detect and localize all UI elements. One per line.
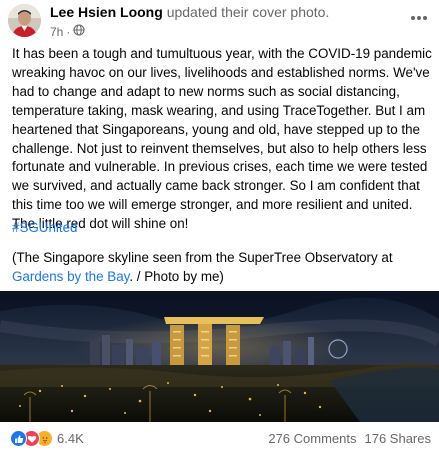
reactions-summary[interactable]: 6.4K bbox=[10, 430, 84, 447]
hashtag-link[interactable]: #SGUnited bbox=[12, 220, 78, 235]
caption-link[interactable]: Gardens by the Bay bbox=[12, 269, 129, 284]
post-action-text: updated their cover photo. bbox=[166, 4, 330, 20]
post-footer: 6.4K 276 Comments 176 Shares bbox=[0, 426, 439, 452]
post-time[interactable]: 7h bbox=[50, 25, 63, 39]
engagement-counts: 276 Comments 176 Shares bbox=[268, 431, 431, 446]
caption-text-end: . / Photo by me) bbox=[129, 268, 224, 284]
like-icon bbox=[10, 430, 27, 447]
author-name[interactable]: Lee Hsien Loong bbox=[50, 4, 163, 20]
avatar[interactable] bbox=[8, 4, 41, 37]
author-line: Lee Hsien Loong updated their cover phot… bbox=[50, 4, 329, 20]
more-options-button[interactable] bbox=[407, 6, 431, 30]
cover-photo[interactable] bbox=[0, 291, 439, 422]
comments-count[interactable]: 276 Comments bbox=[268, 431, 356, 446]
reaction-count: 6.4K bbox=[57, 431, 84, 446]
globe-icon bbox=[73, 24, 85, 39]
caption-text-start: (The Singapore skyline seen from the Sup… bbox=[12, 250, 393, 265]
photo-caption: (The Singapore skyline seen from the Sup… bbox=[12, 249, 432, 287]
post-meta: 7h · bbox=[50, 24, 85, 39]
post-header: Lee Hsien Loong updated their cover phot… bbox=[0, 0, 439, 42]
shares-count[interactable]: 176 Shares bbox=[365, 431, 432, 446]
post-body-text: It has been a tough and tumultuous year,… bbox=[12, 46, 432, 232]
more-horizontal-icon bbox=[411, 16, 427, 20]
